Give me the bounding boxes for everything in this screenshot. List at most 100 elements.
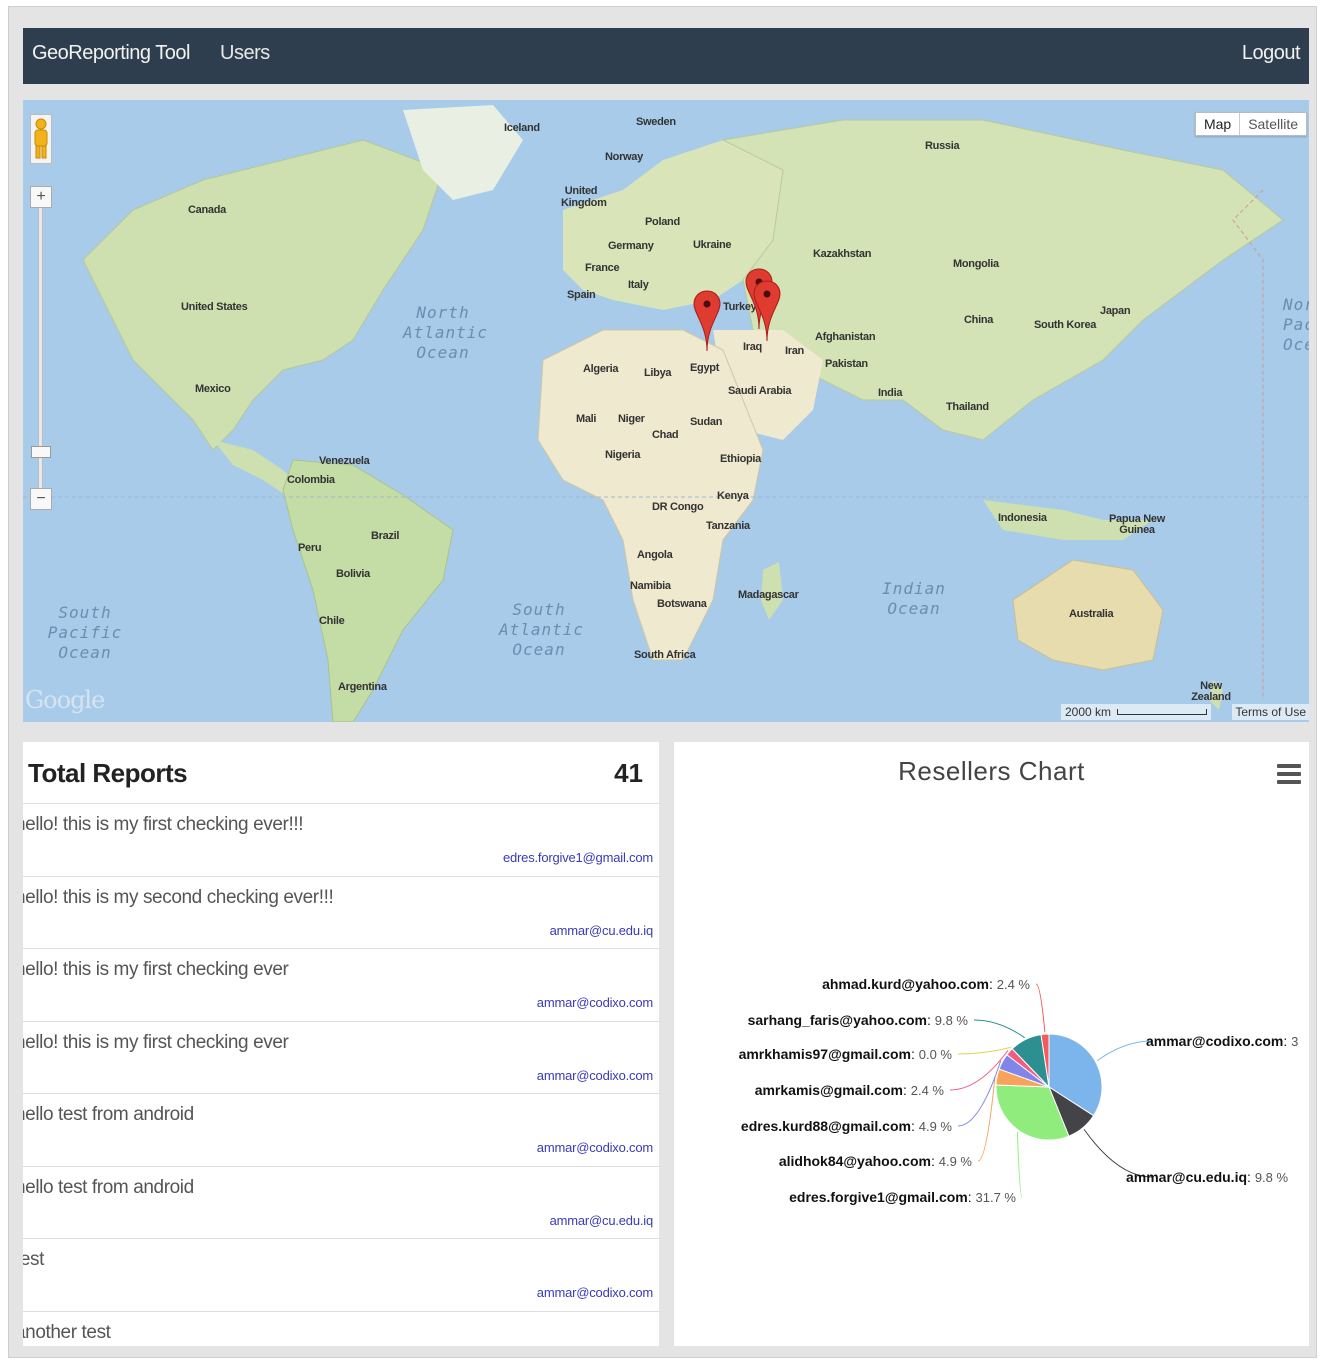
navbar: GeoReporting Tool Users Logout <box>23 28 1309 84</box>
country-label: Algeria <box>583 363 619 375</box>
map-scale: 2000 km <box>1060 704 1211 720</box>
report-message: hello! this is my first checking ever <box>23 959 289 980</box>
country-label: Papua New Guinea <box>1109 513 1165 536</box>
country-label: Sweden <box>636 116 676 128</box>
country-label: Peru <box>298 542 322 554</box>
report-message: hello test from android <box>23 1176 194 1198</box>
report-author-link[interactable]: ammar@codixo.com <box>537 1140 653 1155</box>
map-marker-icon[interactable] <box>693 290 721 352</box>
country-label: Argentina <box>338 681 387 693</box>
reports-count: 41 <box>614 758 643 788</box>
report-list-item[interactable]: test ammar@codixo.com <box>23 1239 659 1312</box>
pie-slice-label: edres.kurd88@gmail.com: 4.9 % <box>741 1118 953 1134</box>
country-label: Botswana <box>657 598 707 610</box>
report-author-link[interactable]: edres.forgive1@gmail.com <box>503 850 653 865</box>
country-label: Libya <box>644 367 672 379</box>
country-label: Mali <box>576 413 597 425</box>
resellers-chart-panel: ammar@codixo.com: 3 ammar@cu.edu.iq: 9.8 … <box>674 742 1309 1346</box>
report-list-item[interactable]: hello! this is my first checking ever am… <box>23 949 659 1022</box>
ocean-label: South Atlantic Ocean <box>499 600 585 659</box>
zoom-slider-handle[interactable] <box>31 446 51 458</box>
resellers-pie-chart: ammar@codixo.com: 3 ammar@cu.edu.iq: 9.8 … <box>739 976 1299 1205</box>
pie-slice-label: ahmad.kurd@yahoo.com: 2.4 % <box>822 976 1030 992</box>
report-author-link[interactable]: ammar@codixo.com <box>537 1068 653 1083</box>
pie-connector-line <box>1035 983 1046 1033</box>
logout-link[interactable]: Logout <box>1242 42 1301 65</box>
brand-link[interactable]: GeoReporting Tool <box>32 42 190 65</box>
country-label: Mongolia <box>953 258 999 270</box>
chart-title: Resellers Chart <box>898 756 1085 786</box>
ocean-label: South Pacific Ocean <box>47 603 123 662</box>
country-label: Saudi Arabia <box>728 385 792 397</box>
report-message: another test <box>23 1321 111 1343</box>
country-label: DR Congo <box>652 501 704 513</box>
report-list-item[interactable]: hello test from android ammar@cu.edu.iq <box>23 1167 659 1239</box>
country-label: Ethiopia <box>720 453 761 465</box>
pie-connector-line <box>1096 1040 1153 1062</box>
pie-slice-label: alidhok84@yahoo.com: 4.9 % <box>779 1153 973 1169</box>
country-label: Colombia <box>287 474 335 486</box>
scale-bar <box>1117 709 1207 715</box>
hamburger-menu-icon[interactable] <box>1277 764 1301 784</box>
country-label: Canada <box>188 204 226 216</box>
report-message: hello test from android <box>23 1104 194 1125</box>
reports-header: Total Reports 41 <box>23 742 659 804</box>
country-label: Nigeria <box>605 449 641 461</box>
country-label: Chad <box>652 429 679 441</box>
country-label: Sudan <box>690 416 723 428</box>
report-author-link[interactable]: ammar@cu.edu.iq <box>550 1213 654 1228</box>
zoom-out-button[interactable]: − <box>30 488 52 510</box>
pie-slice-label: ammar@cu.edu.iq: 9.8 % <box>1126 1169 1288 1185</box>
country-label: Bolivia <box>336 568 370 580</box>
date-line <box>1232 189 1264 700</box>
country-label: Iran <box>785 345 804 357</box>
pie-connector-line <box>977 1076 996 1162</box>
country-label: Chile <box>319 615 345 627</box>
world-map[interactable]: Iceland Sweden Norway Russia United King… <box>23 100 1309 722</box>
terms-of-use-link[interactable]: Terms of Use <box>1232 704 1309 720</box>
pie-slice-label: ammar@codixo.com: 3 <box>1146 1033 1298 1049</box>
country-label: Poland <box>645 216 680 228</box>
reports-title: Total Reports <box>28 758 188 788</box>
country-label: Kenya <box>717 490 749 502</box>
country-label: Venezuela <box>319 455 370 467</box>
country-label: Pakistan <box>825 358 868 370</box>
report-list-item[interactable]: another test <box>23 1312 659 1347</box>
country-label: Mexico <box>195 383 231 395</box>
country-label: France <box>585 262 620 274</box>
country-label: United States <box>181 301 248 313</box>
report-author-link[interactable]: ammar@codixo.com <box>537 1285 653 1300</box>
country-label: Ukraine <box>693 239 732 251</box>
pie-connector-line <box>957 1060 1002 1127</box>
report-list-item[interactable]: hello test from android ammar@codixo.com <box>23 1094 659 1167</box>
report-list-item[interactable]: hello! this is my first checking ever am… <box>23 1022 659 1094</box>
country-label: Japan <box>1100 305 1131 317</box>
map-marker-icon[interactable] <box>753 280 781 342</box>
report-list-item[interactable]: hello! this is my second checking ever!!… <box>23 877 659 949</box>
pie-slice-label: edres.forgive1@gmail.com: 31.7 % <box>789 1189 1016 1205</box>
report-list-item[interactable]: hello! this is my first checking ever!!!… <box>23 804 659 877</box>
nav-users-link[interactable]: Users <box>220 42 270 65</box>
ocean-label: North Atlantic Ocean <box>403 303 489 362</box>
pie-slice-label: amrkhamis97@gmail.com: 0.0 % <box>739 1046 953 1062</box>
country-label: Iceland <box>504 122 540 134</box>
map-type-map-button[interactable]: Map <box>1196 113 1239 135</box>
country-label: Tanzania <box>706 520 750 532</box>
country-label: South Africa <box>634 649 696 661</box>
report-author-link[interactable]: ammar@cu.edu.iq <box>550 923 654 938</box>
ocean-label: NorthPacificOcean <box>1283 295 1309 354</box>
country-label: Indonesia <box>998 512 1047 524</box>
report-list: hello! this is my first checking ever!!!… <box>23 804 659 1346</box>
country-label: Iraq <box>743 341 762 353</box>
street-view-pegman-icon[interactable] <box>30 114 52 164</box>
pie-slice-label: sarhang_faris@yahoo.com: 9.8 % <box>748 1012 969 1028</box>
country-label: Germany <box>608 240 654 252</box>
report-author-link[interactable]: ammar@codixo.com <box>537 995 653 1010</box>
country-label: Madagascar <box>738 589 799 601</box>
zoom-in-button[interactable]: + <box>30 186 52 208</box>
map-type-satellite-button[interactable]: Satellite <box>1239 113 1306 135</box>
country-label: Spain <box>567 289 596 301</box>
country-label: Russia <box>925 140 960 152</box>
country-label: India <box>878 387 903 399</box>
country-label: Angola <box>637 549 673 561</box>
